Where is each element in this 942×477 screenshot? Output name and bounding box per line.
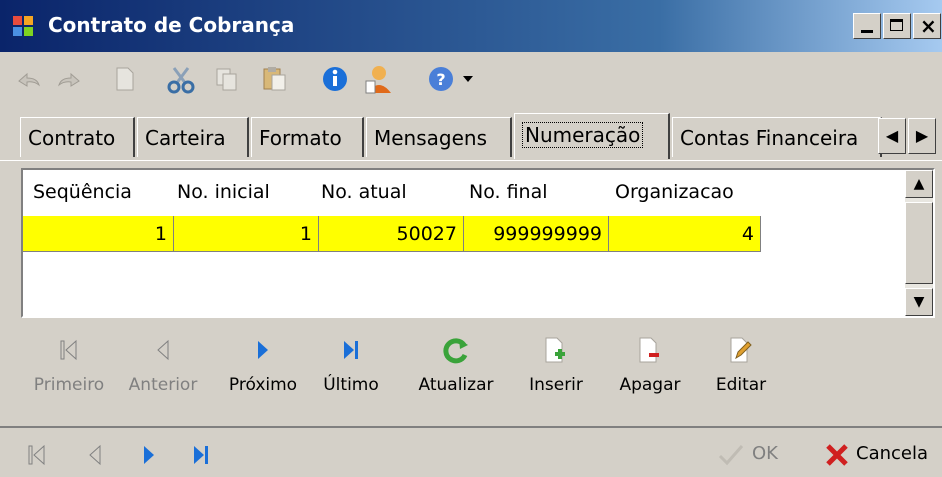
last-label: Último xyxy=(323,375,379,395)
scroll-up-button[interactable]: ▲ xyxy=(905,170,933,198)
svg-text:?: ? xyxy=(436,70,445,89)
insert-icon xyxy=(540,333,572,367)
new-document-icon[interactable] xyxy=(108,62,142,96)
bottom-next-icon[interactable] xyxy=(134,440,164,470)
scroll-down-button[interactable]: ▼ xyxy=(905,288,933,316)
previous-label: Anterior xyxy=(128,375,198,395)
column-header-sequencia[interactable]: Seqüência xyxy=(33,170,132,214)
refresh-label: Atualizar xyxy=(418,375,494,395)
first-label: Primeiro xyxy=(33,375,105,395)
last-record-icon xyxy=(335,333,367,367)
edit-button[interactable]: Editar xyxy=(711,333,771,395)
tab-mensagens[interactable]: Mensagens xyxy=(366,117,512,157)
record-navigator: Primeiro Anterior Próximo Último Atualiz… xyxy=(21,325,935,415)
table-row[interactable]: 1 1 50027 999999999 4 xyxy=(23,216,761,252)
bottom-last-icon[interactable] xyxy=(186,440,216,470)
bottom-previous-icon[interactable] xyxy=(80,440,110,470)
close-button[interactable]: × xyxy=(913,13,941,39)
grid-vertical-scrollbar[interactable]: ▲ ▼ xyxy=(905,170,933,316)
numeracao-grid[interactable]: Seqüência No. inicial No. atual No. fina… xyxy=(21,168,935,318)
bottom-first-icon[interactable] xyxy=(22,440,52,470)
last-button[interactable]: Último xyxy=(321,333,381,395)
tab-numeracao[interactable]: Numeração xyxy=(514,113,670,159)
tab-strip: Contrato Carteira Formato Mensagens Nume… xyxy=(0,112,942,161)
cell-no-atual[interactable]: 50027 xyxy=(319,216,464,252)
tab-formato[interactable]: Formato xyxy=(251,117,364,157)
edit-icon xyxy=(725,333,757,367)
info-icon[interactable] xyxy=(318,62,352,96)
copy-icon[interactable] xyxy=(210,62,244,96)
app-icon xyxy=(13,16,33,36)
cut-icon[interactable] xyxy=(164,62,198,96)
bottom-bar: OK Cancela xyxy=(0,426,942,477)
column-header-no-final[interactable]: No. final xyxy=(469,170,548,214)
cell-no-final[interactable]: 999999999 xyxy=(464,216,609,252)
column-header-no-inicial[interactable]: No. inicial xyxy=(177,170,270,214)
refresh-button[interactable]: Atualizar xyxy=(411,333,501,395)
arrow-down-icon: ▼ xyxy=(913,294,925,310)
column-header-no-atual[interactable]: No. atual xyxy=(321,170,407,214)
dropdown-arrow-icon[interactable] xyxy=(458,62,478,96)
insert-label: Inserir xyxy=(529,375,583,395)
cell-no-inicial[interactable]: 1 xyxy=(174,216,319,252)
arrow-left-icon: ◀ xyxy=(885,126,899,145)
close-icon: × xyxy=(920,14,937,38)
user-icon[interactable] xyxy=(362,62,396,96)
previous-record-icon xyxy=(147,333,179,367)
paste-icon[interactable] xyxy=(258,62,292,96)
first-record-icon xyxy=(53,333,85,367)
delete-label: Apagar xyxy=(619,375,681,395)
cell-organizacao[interactable]: 4 xyxy=(609,216,761,252)
next-label: Próximo xyxy=(228,375,298,395)
minimize-button[interactable] xyxy=(853,13,881,39)
insert-button[interactable]: Inserir xyxy=(521,333,591,395)
undo-icon[interactable] xyxy=(12,62,46,96)
cell-sequencia[interactable]: 1 xyxy=(23,216,174,252)
previous-button[interactable]: Anterior xyxy=(121,333,205,395)
cancel-x-icon xyxy=(822,440,852,470)
tab-carteira[interactable]: Carteira xyxy=(137,117,249,157)
check-icon xyxy=(716,440,746,470)
arrow-right-icon: ▶ xyxy=(915,126,929,145)
title-bar[interactable]: Contrato de Cobrança × xyxy=(0,0,942,52)
ok-button[interactable]: OK xyxy=(752,443,778,464)
next-record-icon xyxy=(247,333,279,367)
first-button[interactable]: Primeiro xyxy=(29,333,109,395)
delete-button[interactable]: Apagar xyxy=(615,333,685,395)
help-icon[interactable]: ? xyxy=(424,62,458,96)
maximize-button[interactable] xyxy=(883,13,911,39)
edit-label: Editar xyxy=(715,375,767,395)
next-button[interactable]: Próximo xyxy=(221,333,305,395)
scroll-thumb[interactable] xyxy=(905,202,933,284)
toolbar: ? xyxy=(0,52,942,104)
tab-scroll-right-button[interactable]: ▶ xyxy=(908,118,936,154)
arrow-up-icon: ▲ xyxy=(913,176,925,192)
tab-contrato[interactable]: Contrato xyxy=(20,117,135,157)
tab-contas-financeira[interactable]: Contas Financeira xyxy=(672,117,882,157)
refresh-icon xyxy=(440,333,472,367)
cancel-button[interactable]: Cancela xyxy=(856,443,928,464)
tab-scroll-left-button[interactable]: ◀ xyxy=(878,118,906,154)
delete-icon xyxy=(634,333,666,367)
window-title: Contrato de Cobrança xyxy=(48,13,295,37)
column-header-organizacao[interactable]: Organizacao xyxy=(615,170,734,214)
window: Contrato de Cobrança × ? Contrato Cartei… xyxy=(0,0,942,477)
redo-icon[interactable] xyxy=(52,62,86,96)
